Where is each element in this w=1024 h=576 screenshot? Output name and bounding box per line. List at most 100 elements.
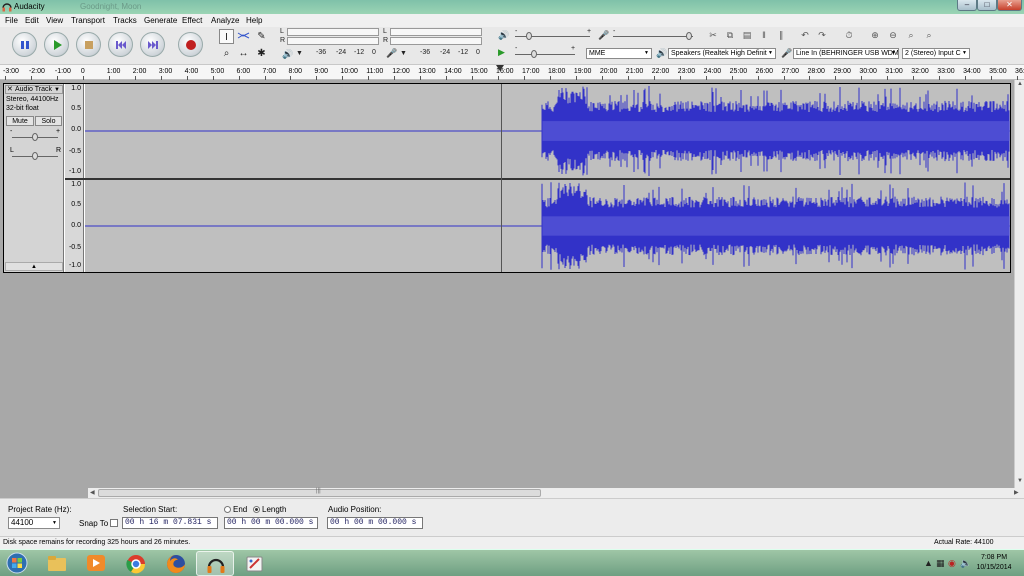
- tray-volume-icon[interactable]: 🔈: [960, 558, 971, 569]
- scroll-down-icon[interactable]: ▼: [1017, 478, 1023, 484]
- undo-icon[interactable]: ↶: [798, 28, 812, 42]
- minimize-button[interactable]: –: [957, 0, 977, 11]
- length-label: Length: [262, 505, 287, 514]
- record-meter-left[interactable]: [287, 28, 379, 36]
- zoom-tool[interactable]: ⌕: [219, 46, 234, 61]
- menu-generate[interactable]: Generate: [144, 16, 177, 25]
- vertical-scale-left[interactable]: 1.0 0.5 0.0 -0.5 -1.0: [65, 84, 84, 178]
- audio-host-select[interactable]: MME: [586, 48, 652, 59]
- solo-button[interactable]: Solo: [35, 116, 62, 126]
- ruler-tick-label: 20:00: [599, 68, 618, 75]
- ruler-tick-label: 8:00: [288, 68, 303, 75]
- tray-arrow-icon[interactable]: ▲: [924, 558, 933, 568]
- scroll-up-icon[interactable]: ▲: [1017, 81, 1023, 87]
- envelope-tool[interactable]: [236, 29, 251, 44]
- scroll-left-icon[interactable]: ◀: [90, 489, 95, 496]
- skip-to-start-button[interactable]: [108, 32, 133, 57]
- output-volume-thumb[interactable]: [526, 32, 532, 40]
- playback-meter-right[interactable]: [390, 37, 482, 45]
- audio-position-time[interactable]: 00 h 00 m 00.000 s: [327, 517, 423, 529]
- pan-slider-thumb[interactable]: [32, 152, 38, 160]
- taskbar-firefox[interactable]: [157, 551, 195, 576]
- menu-analyze[interactable]: Analyze: [211, 16, 239, 25]
- taskbar-explorer[interactable]: [38, 551, 76, 576]
- input-volume-thumb[interactable]: [686, 32, 692, 40]
- playback-meter-left[interactable]: [390, 28, 482, 36]
- scale-top: 1.0: [71, 85, 81, 92]
- taskbar-chrome[interactable]: [117, 551, 155, 576]
- track-menu-arrow-icon[interactable]: ▼: [54, 86, 60, 94]
- track-name-menu[interactable]: ✕ Audio Track ▼: [5, 85, 63, 94]
- pause-button[interactable]: [12, 32, 37, 57]
- ruler-tick-label: 35:00: [989, 68, 1007, 75]
- cut-icon[interactable]: ✂: [706, 28, 720, 42]
- redo-icon[interactable]: ↷: [815, 28, 829, 42]
- selection-tool[interactable]: I: [219, 29, 234, 44]
- input-device-select[interactable]: Line In (BEHRINGER USB WDM: [793, 48, 899, 59]
- system-clock[interactable]: 7:08 PM 10/15/2014: [972, 553, 1016, 573]
- sync-lock-icon[interactable]: ⏱: [842, 28, 856, 42]
- track-area[interactable]: ✕ Audio Track ▼ Stereo, 44100Hz 32-bit f…: [0, 80, 1014, 488]
- time-shift-tool[interactable]: ↔: [236, 46, 251, 61]
- menu-tracks[interactable]: Tracks: [113, 16, 137, 25]
- vertical-scrollbar[interactable]: ▲ ▼: [1014, 80, 1024, 488]
- speed-minus: -: [515, 45, 518, 52]
- zoom-out-icon[interactable]: ⊖: [886, 28, 900, 42]
- draw-tool[interactable]: ✎: [254, 29, 269, 44]
- menu-effect[interactable]: Effect: [182, 16, 202, 25]
- stop-button[interactable]: [76, 32, 101, 57]
- fit-selection-icon[interactable]: ⌕: [904, 28, 918, 42]
- collapse-track-button[interactable]: ▲: [5, 262, 63, 271]
- tray-app-icon[interactable]: ◉: [948, 558, 956, 569]
- menu-view[interactable]: View: [46, 16, 63, 25]
- project-rate-select[interactable]: 44100: [8, 517, 60, 529]
- scroll-right-icon[interactable]: ▶: [1014, 489, 1019, 496]
- menu-file[interactable]: File: [5, 16, 18, 25]
- multi-tool[interactable]: ✱: [254, 46, 269, 61]
- waveform-left-channel[interactable]: [85, 84, 1010, 178]
- start-button[interactable]: [0, 551, 34, 576]
- play-button[interactable]: [44, 32, 69, 57]
- waveform-right-channel[interactable]: [85, 180, 1010, 272]
- silence-icon[interactable]: ∥: [774, 28, 788, 42]
- menu-edit[interactable]: Edit: [25, 16, 39, 25]
- taskbar-paint[interactable]: [236, 551, 274, 576]
- vertical-scale-right[interactable]: 1.0 0.5 0.0 -0.5 -1.0: [65, 180, 84, 272]
- play-speed-thumb[interactable]: [531, 50, 537, 58]
- gain-slider-thumb[interactable]: [32, 133, 38, 141]
- mute-button[interactable]: Mute: [6, 116, 34, 126]
- taskbar-audacity[interactable]: [196, 551, 234, 576]
- snap-to-checkbox[interactable]: [110, 519, 118, 527]
- selection-length-time[interactable]: 00 h 00 m 00.000 s: [224, 517, 318, 529]
- tray-network-icon[interactable]: ▦: [936, 558, 945, 569]
- close-button[interactable]: ✕: [997, 0, 1022, 11]
- paste-icon[interactable]: ▤: [740, 28, 754, 42]
- record-button[interactable]: [178, 32, 203, 57]
- fit-project-icon[interactable]: ⌕: [922, 28, 936, 42]
- maximize-button[interactable]: □: [977, 0, 997, 11]
- microphone-meter-icon: 🎤: [386, 48, 398, 58]
- zoom-in-icon[interactable]: ⊕: [868, 28, 882, 42]
- skip-to-end-button[interactable]: [140, 32, 165, 57]
- copy-icon[interactable]: ⧉: [723, 28, 737, 42]
- timeline-ruler[interactable]: -3:00 -2:00 -1:00 0 1:00 2:00 3:00 4:00 5:00 6:00…: [0, 65, 1024, 80]
- play-speed-slider[interactable]: [515, 54, 575, 55]
- horizontal-scrollbar[interactable]: ◀ ▶: [88, 488, 1024, 498]
- selection-start-time[interactable]: 00 h 16 m 07.831 s: [122, 517, 218, 529]
- audio-track[interactable]: ✕ Audio Track ▼ Stereo, 44100Hz 32-bit f…: [3, 83, 1011, 273]
- track-close-icon[interactable]: ✕: [7, 86, 13, 94]
- horizontal-scroll-thumb[interactable]: [98, 488, 541, 497]
- ruler-tick-label: 11:00: [366, 68, 384, 75]
- audio-position-label: Audio Position:: [328, 505, 382, 514]
- taskbar-media-player[interactable]: [77, 551, 115, 576]
- menu-help[interactable]: Help: [246, 16, 262, 25]
- input-channels-select[interactable]: 2 (Stereo) Input C: [902, 48, 970, 59]
- record-meter-right[interactable]: [287, 37, 379, 45]
- menu-transport[interactable]: Transport: [71, 16, 105, 25]
- trim-icon[interactable]: ‖: [757, 28, 771, 42]
- input-volume-slider[interactable]: [613, 36, 693, 37]
- output-device-select[interactable]: Speakers (Realtek High Definit: [668, 48, 776, 59]
- end-radio[interactable]: [224, 506, 231, 513]
- play-at-speed-icon[interactable]: ▶: [498, 47, 505, 58]
- length-radio[interactable]: [253, 506, 260, 513]
